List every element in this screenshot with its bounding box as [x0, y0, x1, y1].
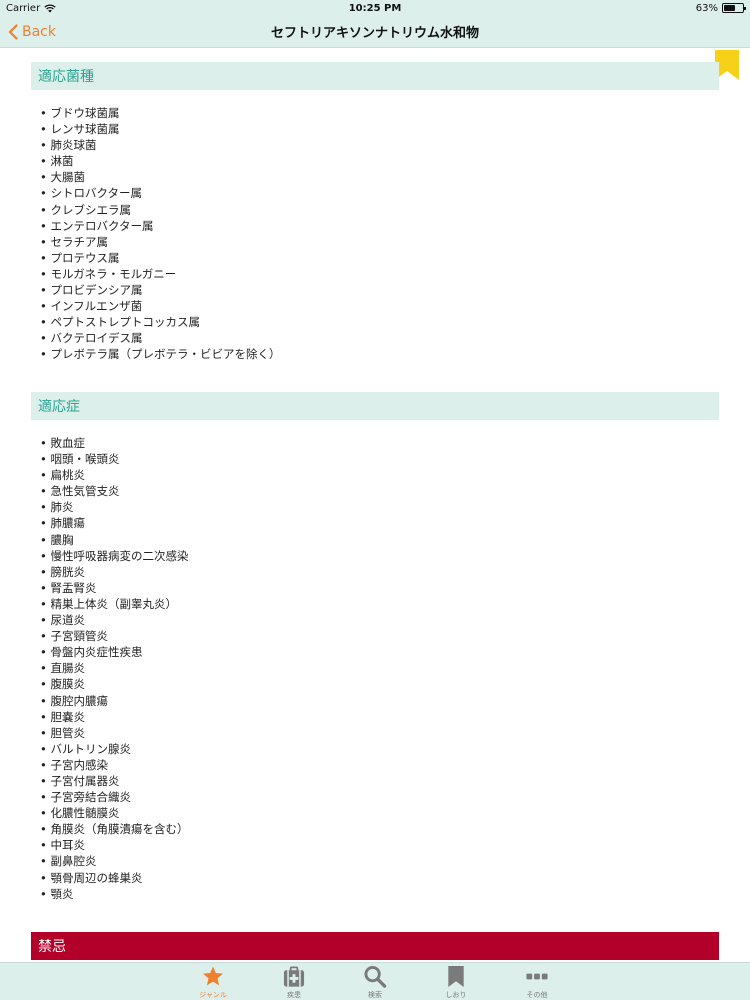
- tab-disease[interactable]: 疾患: [254, 963, 335, 1000]
- list-item: 顎骨周辺の蜂巣炎: [40, 870, 188, 886]
- tab-genre-label: ジャンル: [199, 991, 227, 999]
- list-item: ブドウ球菌属: [40, 105, 280, 121]
- page-title: セフトリアキソンナトリウム水和物: [270, 26, 479, 41]
- battery-icon: [722, 3, 746, 13]
- list-item: 敗血症: [40, 435, 188, 451]
- drug-detail-content[interactable]: 適応菌種 ブドウ球菌属レンサ球菌属肺炎球菌淋菌大腸菌シトロバクター属クレブシエラ…: [0, 48, 750, 962]
- star-icon: [203, 966, 223, 986]
- section-title-contraindications: 禁忌: [38, 939, 66, 955]
- list-item: モルガネラ・モルガニー: [40, 266, 280, 282]
- list-item: 精巣上体炎（副睾丸炎）: [40, 596, 188, 612]
- list-item: 子宮内感染: [40, 757, 188, 773]
- list-item: 子宮頸管炎: [40, 628, 188, 644]
- bookmark-icon: [448, 965, 464, 988]
- list-item: 大腸菌: [40, 169, 280, 185]
- back-button-label: Back: [22, 24, 56, 40]
- indications-list: 敗血症咽頭・喉頭炎扁桃炎急性気管支炎肺炎肺膿瘍膿胸慢性呼吸器病変の二次感染膀胱炎…: [40, 435, 188, 902]
- tab-disease-label: 疾患: [287, 991, 301, 999]
- status-time: 10:25 PM: [348, 2, 402, 14]
- list-item: 骨盤内炎症性疾患: [40, 644, 188, 660]
- battery-percent: 63%: [695, 2, 718, 14]
- list-item: インフルエンザ菌: [40, 298, 280, 314]
- list-item: 慢性呼吸器病変の二次感染: [40, 548, 188, 564]
- tab-search[interactable]: 検索: [335, 963, 416, 1000]
- list-item: クレブシエラ属: [40, 202, 280, 218]
- back-button[interactable]: Back: [8, 16, 56, 48]
- more-dots-icon: [526, 973, 548, 980]
- carrier-label: Carrier: [6, 2, 41, 14]
- list-item: 肺炎: [40, 499, 188, 515]
- medical-kit-icon: [283, 966, 305, 987]
- list-item: 副鼻腔炎: [40, 853, 188, 869]
- list-item: バクテロイデス属: [40, 330, 280, 346]
- list-item: バルトリン腺炎: [40, 741, 188, 757]
- list-item: 胆嚢炎: [40, 709, 188, 725]
- section-header-indications: 適応症: [31, 392, 719, 420]
- list-item: 急性気管支炎: [40, 483, 188, 499]
- list-item: 腎盂腎炎: [40, 580, 188, 596]
- list-item: 膀胱炎: [40, 564, 188, 580]
- list-item: 顎炎: [40, 886, 188, 902]
- tab-search-label: 検索: [368, 991, 382, 999]
- section-title-bacteria: 適応菌種: [38, 69, 94, 85]
- wifi-icon: [44, 3, 56, 12]
- list-item: レンサ球菌属: [40, 121, 280, 137]
- status-bar: Carrier 10:25 PM 63%: [0, 0, 750, 16]
- chevron-left-icon: [8, 24, 18, 40]
- list-item: ペプトストレプトコッカス属: [40, 314, 280, 330]
- list-item: シトロバクター属: [40, 185, 280, 201]
- list-item: エンテロバクター属: [40, 218, 280, 234]
- list-item: プレボテラ属（プレボテラ・ビビアを除く）: [40, 346, 280, 362]
- list-item: 直腸炎: [40, 660, 188, 676]
- list-item: プロテウス属: [40, 250, 280, 266]
- list-item: 肺炎球菌: [40, 137, 280, 153]
- list-item: 角膜炎（角膜潰瘍を含む）: [40, 821, 188, 837]
- list-item: 子宮旁結合織炎: [40, 789, 188, 805]
- tab-genre[interactable]: ジャンル: [173, 963, 254, 1000]
- list-item: 胆管炎: [40, 725, 188, 741]
- tab-bookmarks-label: しおり: [445, 991, 467, 999]
- magnifier-icon: [364, 965, 387, 988]
- list-item: 腹膜炎: [40, 676, 188, 692]
- tab-more-label: その他: [526, 991, 548, 999]
- list-item: 膿胸: [40, 532, 188, 548]
- list-item: 肺膿瘍: [40, 515, 188, 531]
- list-item: セラチア属: [40, 234, 280, 250]
- list-item: 中耳炎: [40, 837, 188, 853]
- list-item: プロビデンシア属: [40, 282, 280, 298]
- navigation-bar: Back セフトリアキソンナトリウム水和物: [0, 16, 750, 48]
- section-header-contraindications: 禁忌: [31, 932, 719, 960]
- status-left: Carrier: [6, 3, 56, 14]
- list-item: 化膿性髄膜炎: [40, 805, 188, 821]
- battery-fill: [724, 5, 735, 11]
- tab-more[interactable]: その他: [497, 963, 578, 1000]
- list-item: 腹腔内膿瘍: [40, 693, 188, 709]
- section-title-indications: 適応症: [38, 399, 80, 415]
- list-item: 子宮付属器炎: [40, 773, 188, 789]
- tab-bookmarks[interactable]: しおり: [416, 963, 497, 1000]
- tab-bar: ジャンル 疾患 検索 しおり その他: [0, 962, 750, 1000]
- bacteria-list: ブドウ球菌属レンサ球菌属肺炎球菌淋菌大腸菌シトロバクター属クレブシエラ属エンテロ…: [40, 105, 280, 363]
- section-header-bacteria: 適応菌種: [31, 62, 719, 90]
- list-item: 淋菌: [40, 153, 280, 169]
- list-item: 咽頭・喉頭炎: [40, 451, 188, 467]
- list-item: 扁桃炎: [40, 467, 188, 483]
- status-right: 63%: [695, 2, 746, 14]
- list-item: 尿道炎: [40, 612, 188, 628]
